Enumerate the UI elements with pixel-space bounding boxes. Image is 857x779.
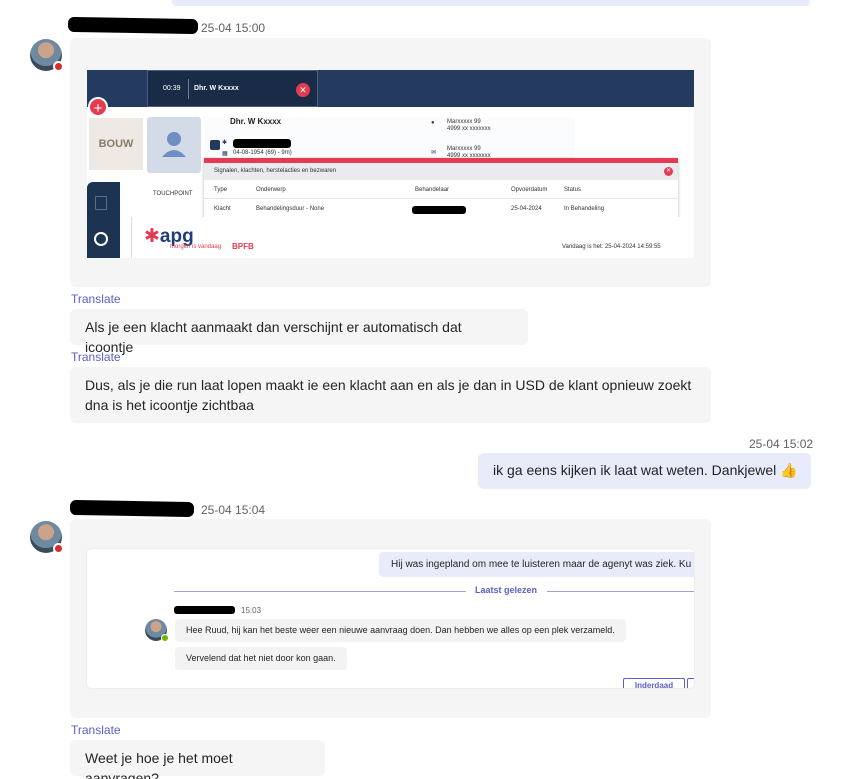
redacted-sender-name bbox=[174, 606, 235, 614]
modal-title: Signalen, klachten, herstelacties en bez… bbox=[214, 168, 337, 174]
translate-link[interactable]: Translate bbox=[71, 350, 121, 364]
crm-sidebar bbox=[87, 182, 120, 258]
outgoing-message: Hij was ingepland om mee te luisteren ma… bbox=[379, 552, 694, 577]
sender-avatar bbox=[145, 619, 169, 642]
bpfb-label: BPFB bbox=[232, 242, 254, 251]
col-subject: Onderwerp bbox=[256, 187, 286, 193]
message-bubble[interactable]: Weet je hoe je het moet aanvragen? bbox=[70, 740, 325, 779]
previous-own-message bbox=[172, 0, 810, 6]
history-icon[interactable] bbox=[94, 232, 108, 246]
bouw-logo: BOUW bbox=[89, 118, 143, 170]
message-bubble[interactable]: Dus, als je die run laat lopen maakt ie … bbox=[70, 367, 711, 423]
apg-banner: ✱apg morgen is vandaag BPFB Vandaag is h… bbox=[131, 217, 694, 258]
snowflake-icon: ✱ bbox=[222, 140, 228, 146]
busy-status-dot bbox=[53, 543, 64, 554]
signals-modal: Signalen, klachten, herstelacties en bez… bbox=[204, 158, 678, 220]
last-read-line-left bbox=[174, 591, 466, 592]
embedded-screenshot-crm[interactable]: 00:39 Dhr. W Kxxxx ✕ + BOUW Dhr. W Kxxxx… bbox=[87, 70, 694, 258]
complaint-signal-icon[interactable] bbox=[210, 140, 220, 150]
suggested-reply-button[interactable]: Inderdaad bbox=[623, 678, 685, 688]
divider bbox=[188, 79, 189, 99]
translate-link[interactable]: Translate bbox=[71, 292, 121, 306]
divider bbox=[204, 198, 678, 199]
address1-line2: 4999 xx xxxxxxx bbox=[447, 126, 491, 132]
apg-slogan: morgen is vandaag bbox=[170, 244, 222, 250]
col-type: Type bbox=[214, 187, 228, 193]
cell-status: In Behandeling bbox=[564, 206, 605, 212]
address1-line1: Marxxxxx 99 bbox=[447, 119, 481, 125]
embedded-screenshot-chat[interactable]: Hij was ingepland om mee te luisteren ma… bbox=[87, 549, 694, 688]
customer-name: Dhr. W Kxxxx bbox=[230, 117, 282, 126]
mail-icon: ✉ bbox=[431, 150, 437, 156]
available-status-dot bbox=[161, 634, 169, 642]
sender-avatar[interactable] bbox=[30, 39, 64, 72]
col-status: Status bbox=[564, 187, 582, 193]
redacted-handler bbox=[412, 206, 466, 214]
col-date: Opvoerdatum bbox=[511, 187, 548, 193]
last-read-line-right bbox=[547, 591, 694, 592]
clipboard-icon[interactable] bbox=[95, 196, 107, 210]
cell-type: Klacht bbox=[214, 206, 231, 212]
own-message-timestamp: 25-04 15:02 bbox=[749, 437, 814, 451]
message-text-line1: Dus, als je die run laat lopen maakt ie … bbox=[85, 377, 692, 393]
message-text: ik ga eens kijken ik laat wat weten. Dan… bbox=[493, 462, 777, 478]
redacted-sender-name bbox=[69, 499, 195, 518]
redacted-field bbox=[233, 139, 291, 148]
message-text-line2: dna is het icoontje zichtbaa bbox=[85, 397, 254, 413]
customer-avatar-placeholder bbox=[147, 117, 201, 173]
suggested-reply-button[interactable] bbox=[687, 678, 694, 688]
message-time: 15:03 bbox=[241, 606, 262, 615]
user-icon bbox=[162, 132, 186, 157]
busy-status-dot bbox=[53, 61, 64, 72]
today-text: Vandaag is het: 25-04-2024 14:59:55 bbox=[562, 244, 661, 250]
sender-avatar[interactable] bbox=[30, 521, 64, 554]
last-read-label: Laatst gelezen bbox=[475, 585, 538, 595]
birth-date: 04-08-1954 (69) - 9m) bbox=[233, 150, 292, 156]
own-message-bubble[interactable]: ik ga eens kijken ik laat wat weten. Dan… bbox=[478, 453, 811, 489]
call-panel: 00:39 Dhr. W Kxxxx ✕ bbox=[147, 70, 318, 107]
chat-message: Hee Ruud, hij kan het beste weer een nie… bbox=[175, 619, 626, 642]
touchpoint-label: TOUCHPOINT bbox=[153, 191, 193, 197]
message-bubble[interactable]: Als je een klacht aanmaakt dan verschijn… bbox=[70, 309, 528, 355]
address2-line1: Marxxxxx 99 bbox=[447, 146, 481, 152]
chat-message: Vervelend dat het niet door kon gaan. bbox=[175, 647, 347, 670]
thumbs-up-emoji: 👍 bbox=[780, 462, 798, 478]
message-text: Weet je hoe je het moet aanvragen? bbox=[85, 750, 233, 779]
call-name: Dhr. W Kxxxx bbox=[194, 85, 239, 92]
col-handler: Behandelaar bbox=[415, 187, 450, 193]
cell-subject: Behandelingsduur - None bbox=[256, 206, 325, 212]
birthday-icon: ▦ bbox=[222, 151, 228, 157]
add-button[interactable]: + bbox=[88, 97, 108, 117]
cell-date: 25-04-2024 bbox=[511, 206, 542, 212]
close-call-icon[interactable]: ✕ bbox=[296, 83, 310, 97]
message-timestamp: 25-04 15:00 bbox=[201, 21, 266, 35]
modal-close-icon[interactable]: ✕ bbox=[664, 167, 673, 176]
message-timestamp: 25-04 15:04 bbox=[201, 503, 266, 517]
redacted-sender-name bbox=[67, 16, 199, 35]
translate-link[interactable]: Translate bbox=[71, 723, 121, 737]
message-text: Als je een klacht aanmaakt dan verschijn… bbox=[85, 319, 462, 355]
location-icon: ● bbox=[431, 120, 435, 126]
modal-title-bar: Signalen, klachten, herstelacties en bez… bbox=[204, 163, 678, 180]
call-timer: 00:39 bbox=[163, 85, 181, 92]
